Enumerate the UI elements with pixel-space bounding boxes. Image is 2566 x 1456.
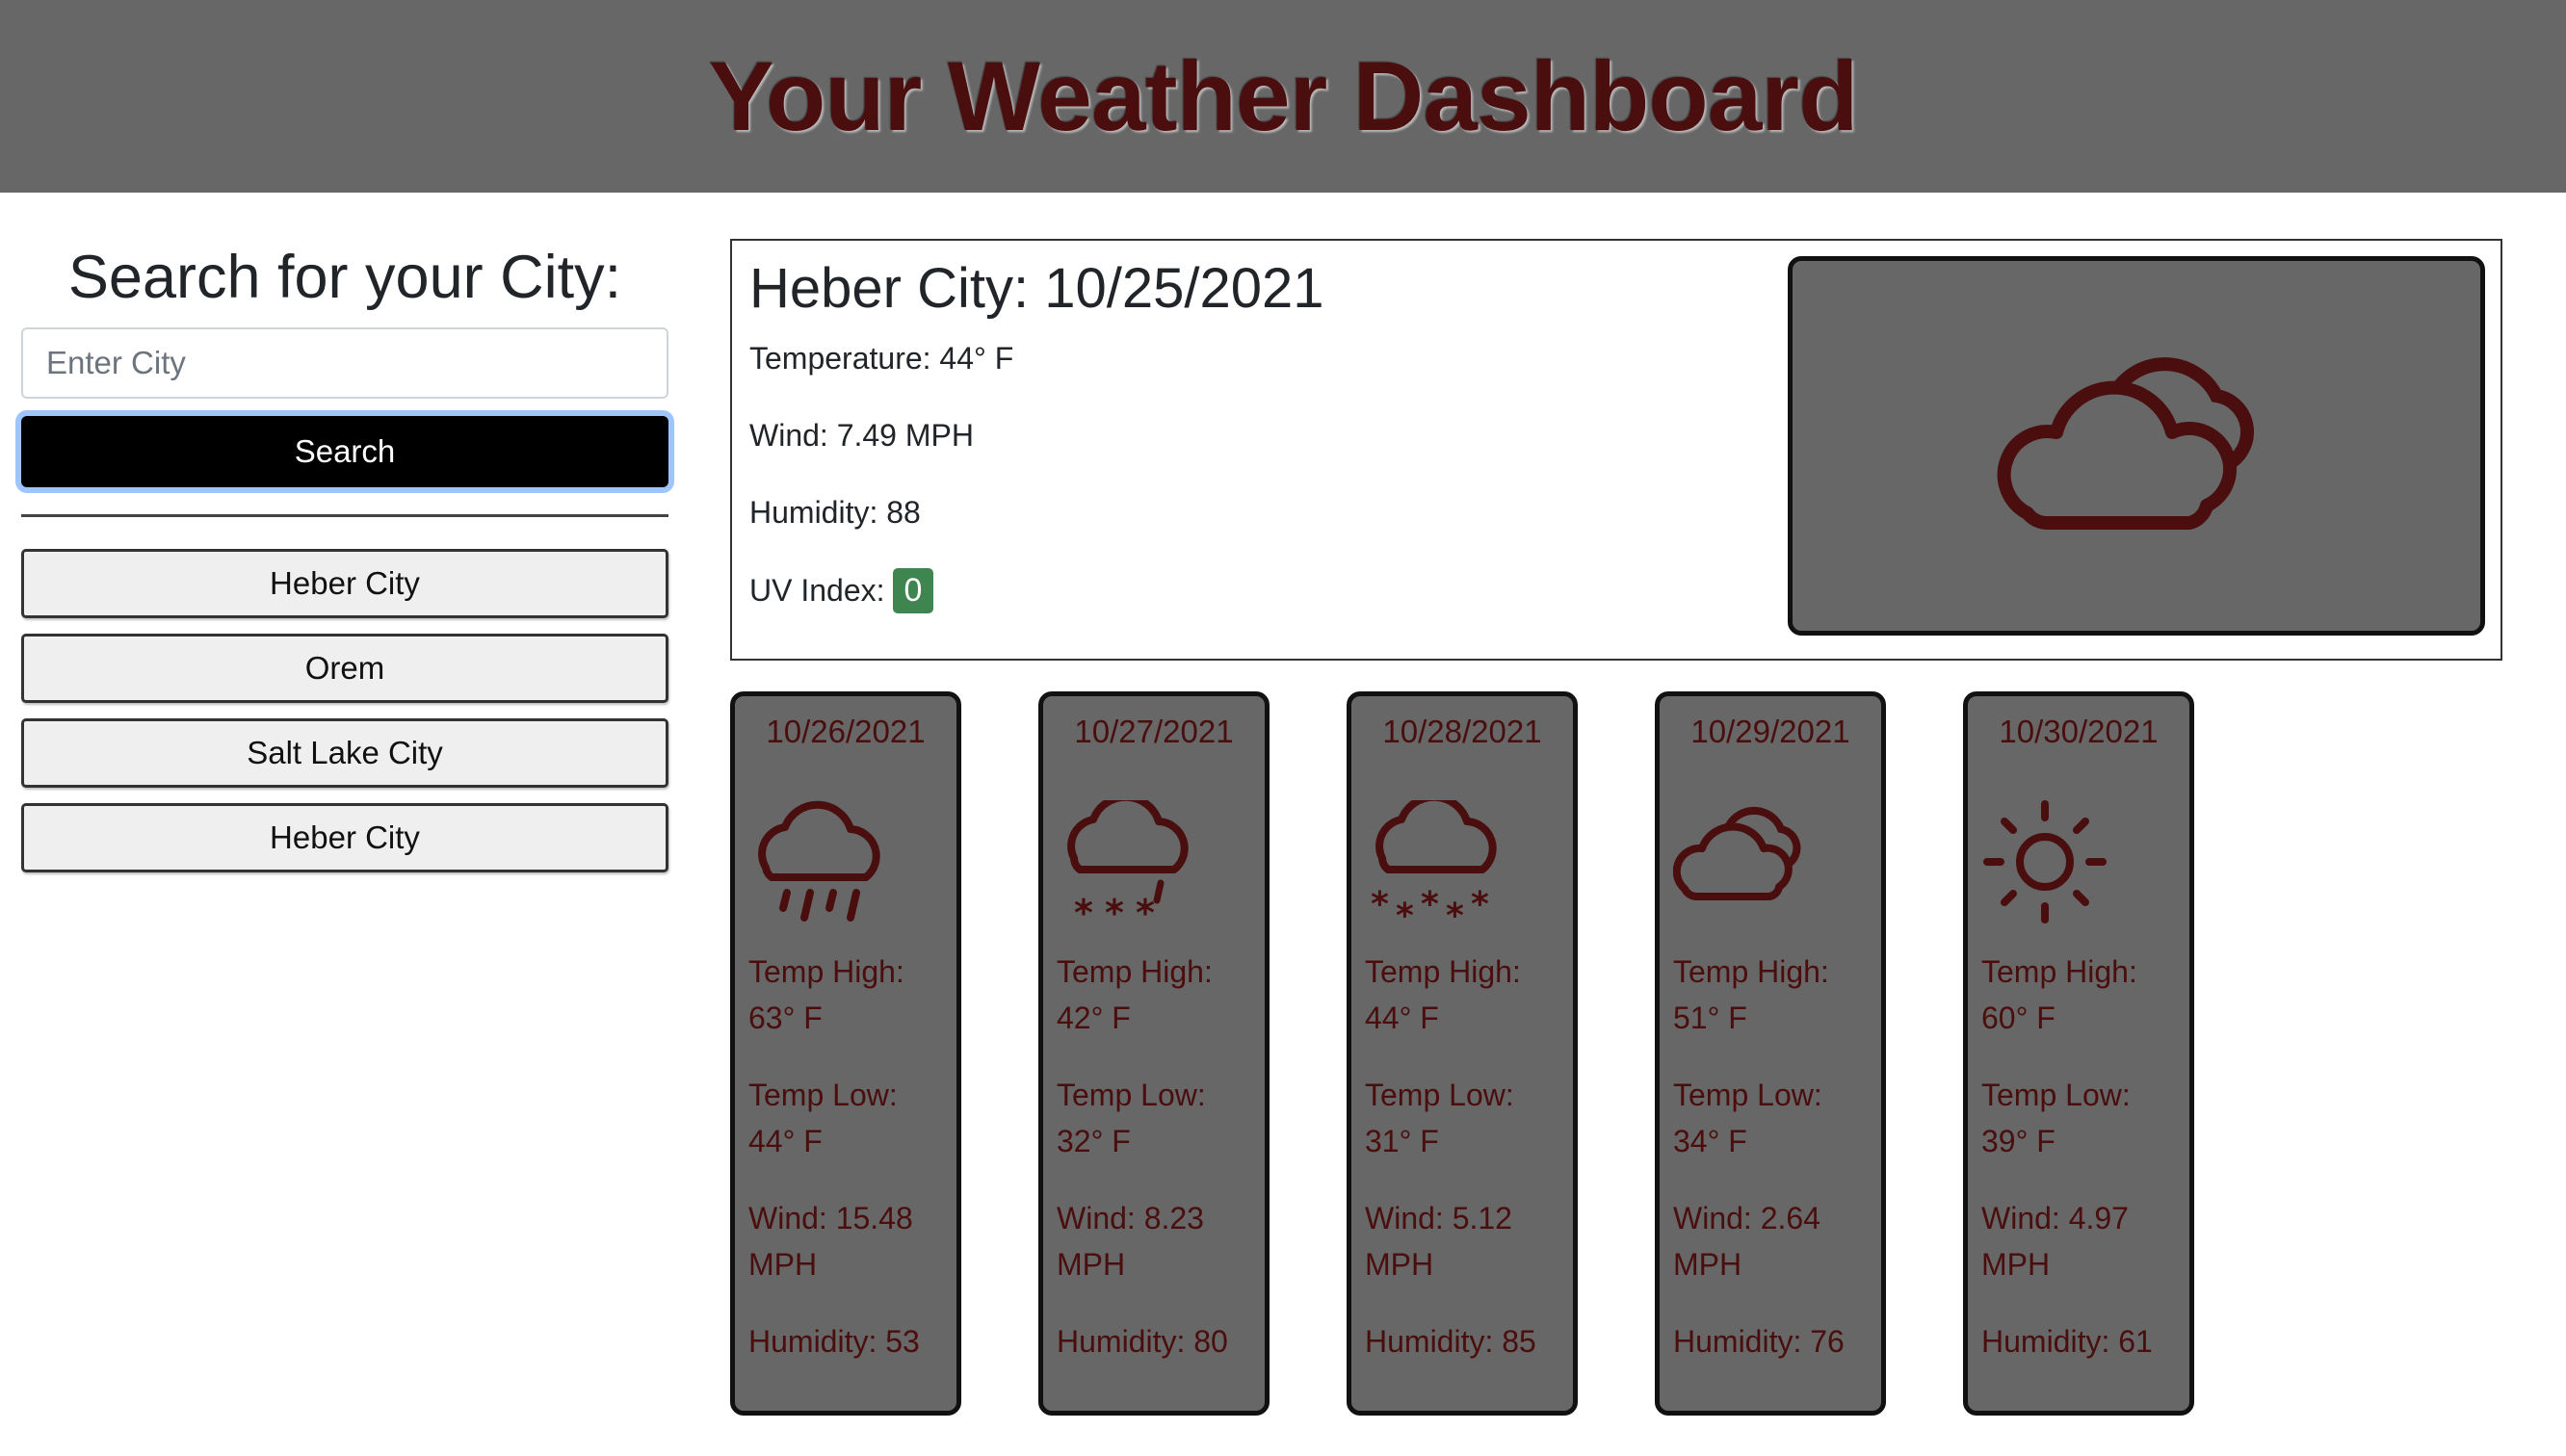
search-heading: Search for your City: bbox=[67, 244, 622, 311]
forecast-wind: Wind: 2.64 MPH bbox=[1673, 1201, 1820, 1282]
page-header: Your Weather Dashboard bbox=[0, 0, 2566, 193]
forecast-date: 10/29/2021 bbox=[1690, 714, 1850, 749]
temp-low: Temp Low: 44° F bbox=[748, 1078, 898, 1158]
current-uv: UV Index: 0 bbox=[749, 568, 934, 613]
svg-text:*: * bbox=[1396, 897, 1414, 925]
temp-low: Temp Low: 32° F bbox=[1057, 1078, 1206, 1158]
temp-low: Temp Low: 31° F bbox=[1365, 1078, 1514, 1158]
temp-low: Temp Low: 34° F bbox=[1673, 1078, 1822, 1158]
snow-cloud-icon: * * * bbox=[1067, 800, 1189, 925]
svg-text:*: * bbox=[1446, 897, 1464, 925]
forecast-wind: Wind: 15.48 MPH bbox=[748, 1201, 913, 1282]
temp-low: Temp Low: 39° F bbox=[1981, 1078, 2131, 1158]
temp-high: Temp High: 42° F bbox=[1057, 954, 1213, 1035]
current-wind: Wind: 7.49 MPH bbox=[749, 418, 974, 453]
forecast-card: 10/26/2021 Temp High: 63° F Temp Low: 44° … bbox=[730, 691, 961, 1416]
forecast-humidity: Humidity: 61 bbox=[1981, 1324, 2153, 1359]
uv-badge: 0 bbox=[892, 568, 934, 613]
forecast-card: 10/30/2021 Temp High: 60° F Temp Low: 39° … bbox=[1963, 691, 2194, 1416]
page-title: Your Weather Dashboard bbox=[708, 40, 1859, 151]
search-button[interactable]: Search bbox=[21, 416, 668, 487]
forecast-humidity: Humidity: 80 bbox=[1057, 1324, 1228, 1359]
svg-text:*: * bbox=[1471, 885, 1489, 924]
forecast-card: 10/29/2021 Temp High: 51° F Temp Low: 34° … bbox=[1655, 691, 1886, 1416]
history-city-button[interactable]: Heber City bbox=[21, 549, 668, 618]
search-panel: Search for your City: Search Heber City … bbox=[21, 239, 668, 872]
svg-text:*: * bbox=[1074, 892, 1093, 925]
svg-text:*: * bbox=[1105, 892, 1124, 925]
svg-text:*: * bbox=[1421, 885, 1439, 924]
partly-cloudy-icon bbox=[1673, 806, 1801, 900]
history-city-button[interactable]: Heber City bbox=[21, 803, 668, 872]
current-humidity: Humidity: 88 bbox=[749, 495, 921, 530]
current-city-date: Heber City: 10/25/2021 bbox=[749, 257, 1324, 320]
city-search-input[interactable] bbox=[21, 327, 668, 399]
forecast-date: 10/26/2021 bbox=[766, 714, 926, 749]
history-city-button[interactable]: Salt Lake City bbox=[21, 718, 668, 788]
forecast-card: 10/27/2021 * * * Temp High: 42° F Temp Low:… bbox=[1038, 691, 1270, 1416]
snow-cloud-icon: * * * * * bbox=[1371, 800, 1497, 925]
forecast-humidity: Humidity: 53 bbox=[748, 1324, 920, 1359]
rain-cloud-icon bbox=[758, 800, 880, 922]
search-history-list: Heber City Orem Salt Lake City Heber Cit… bbox=[21, 549, 668, 888]
divider bbox=[21, 514, 668, 517]
temp-high: Temp High: 51° F bbox=[1673, 954, 1829, 1035]
forecast-card: 10/28/2021 * * * * * Temp High: 44° F Temp Lo… bbox=[1347, 691, 1578, 1416]
partly-cloudy-icon bbox=[1997, 357, 2254, 530]
forecast-humidity: Humidity: 85 bbox=[1365, 1324, 1536, 1359]
uv-label: UV Index: bbox=[749, 573, 885, 608]
forecast-wind: Wind: 8.23 MPH bbox=[1057, 1201, 1204, 1282]
forecast-wind: Wind: 5.12 MPH bbox=[1365, 1201, 1512, 1282]
temp-high: Temp High: 63° F bbox=[748, 954, 904, 1035]
temp-high: Temp High: 60° F bbox=[1981, 954, 2137, 1035]
forecast-date: 10/28/2021 bbox=[1382, 714, 1542, 749]
current-icon-box bbox=[1788, 256, 2485, 636]
sun-icon bbox=[1983, 800, 2107, 923]
current-temperature: Temperature: 44° F bbox=[749, 341, 1014, 376]
forecast-wind: Wind: 4.97 MPH bbox=[1981, 1201, 2129, 1282]
svg-text:*: * bbox=[1371, 885, 1389, 924]
current-weather-panel: Heber City: 10/25/2021 Temperature: 44° … bbox=[730, 239, 2502, 661]
forecast-humidity: Humidity: 76 bbox=[1673, 1324, 1845, 1359]
temp-high: Temp High: 44° F bbox=[1365, 954, 1521, 1035]
forecast-date: 10/30/2021 bbox=[1999, 714, 2159, 749]
forecast-date: 10/27/2021 bbox=[1074, 714, 1234, 749]
history-city-button[interactable]: Orem bbox=[21, 634, 668, 703]
svg-text:*: * bbox=[1136, 892, 1155, 925]
